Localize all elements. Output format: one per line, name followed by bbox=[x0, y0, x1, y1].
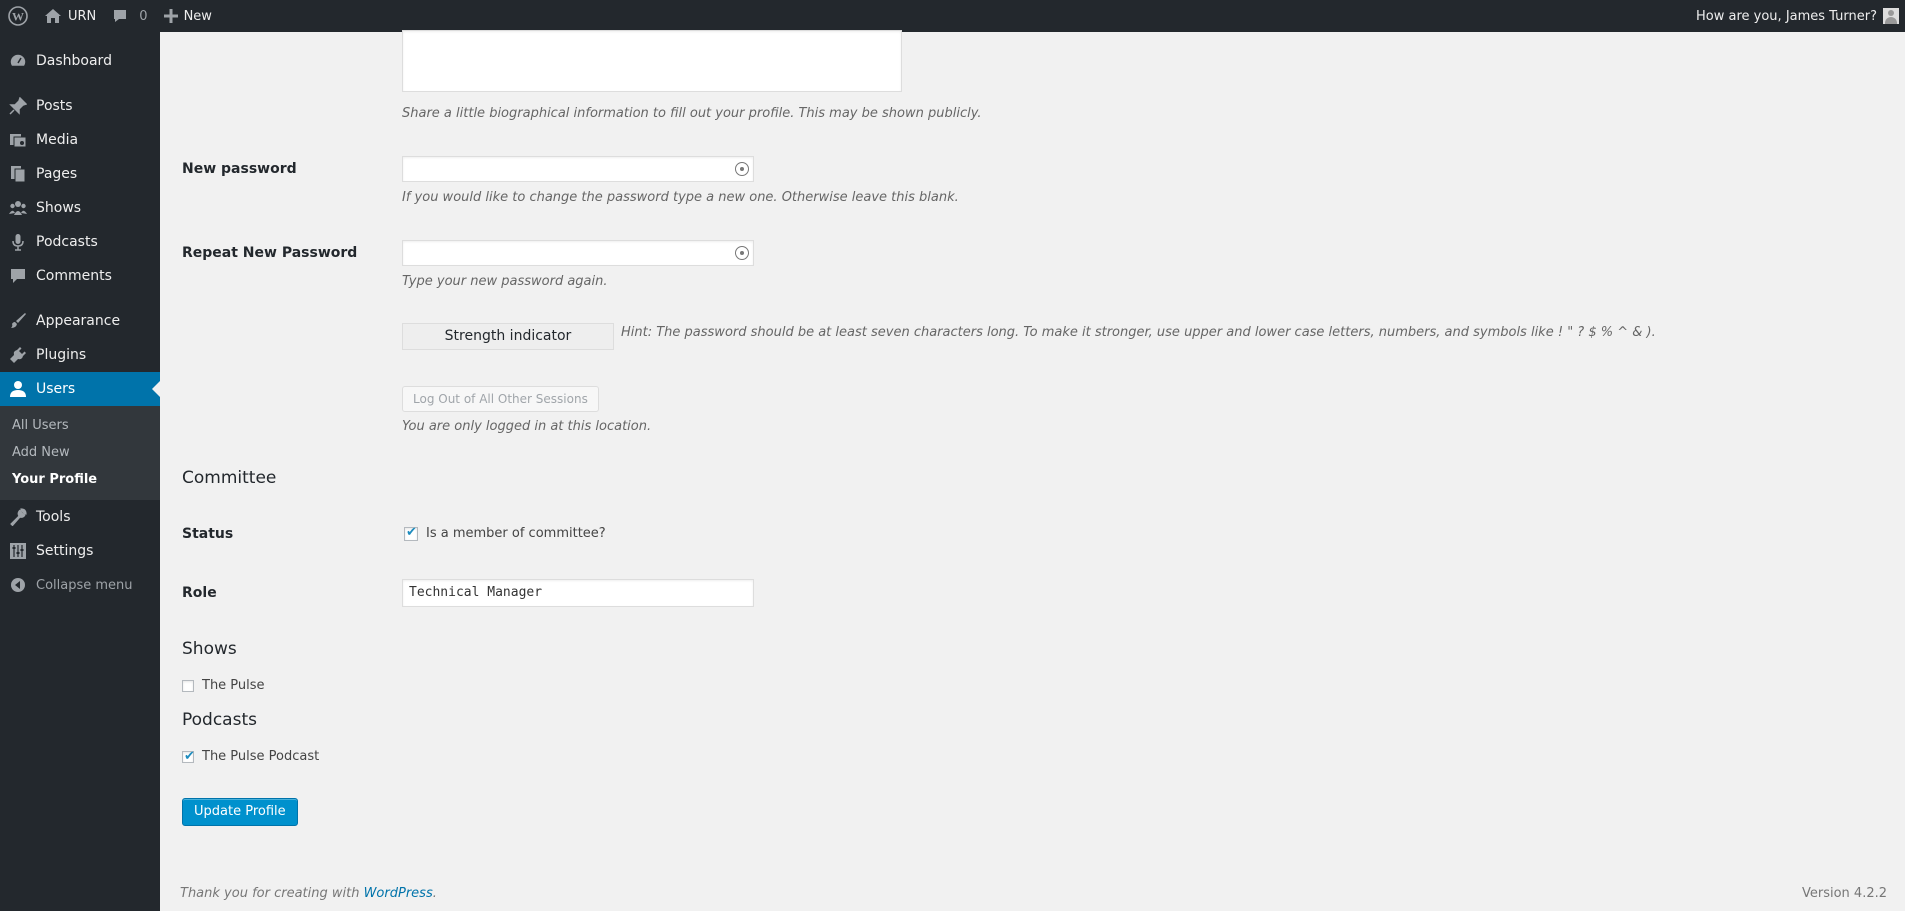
home-icon bbox=[44, 8, 62, 24]
committee-member-field[interactable]: Is a member of committee? bbox=[404, 525, 606, 541]
show-label: The Pulse bbox=[202, 678, 265, 693]
comment-bubble-icon bbox=[112, 8, 128, 24]
greeting-text: How are you, James Turner? bbox=[1696, 8, 1877, 24]
site-name: URN bbox=[68, 8, 97, 24]
committee-member-label: Is a member of committee? bbox=[426, 526, 606, 541]
footer-thanks-prefix: Thank you for creating with bbox=[180, 886, 364, 901]
new-password-label: New password bbox=[182, 161, 297, 177]
sidebar-item-podcasts[interactable]: Podcasts bbox=[0, 225, 160, 259]
dashboard-icon bbox=[8, 51, 28, 71]
collapse-menu-button[interactable]: Collapse menu bbox=[0, 568, 160, 602]
collapse-arrow-icon bbox=[8, 575, 28, 595]
sidebar-item-label: Posts bbox=[36, 98, 73, 114]
media-icon bbox=[8, 130, 28, 150]
new-content-link[interactable]: New bbox=[156, 0, 220, 32]
repeat-password-input[interactable] bbox=[402, 240, 754, 266]
plugin-icon bbox=[8, 345, 28, 365]
sidebar-item-comments[interactable]: Comments bbox=[0, 259, 160, 293]
show-checkbox[interactable] bbox=[182, 679, 194, 692]
user-icon bbox=[8, 379, 28, 399]
sidebar-item-label: Dashboard bbox=[36, 53, 112, 69]
svg-text:W: W bbox=[12, 10, 24, 24]
sidebar-item-label: Appearance bbox=[36, 313, 121, 329]
submenu-item-your-profile[interactable]: Your Profile bbox=[0, 466, 160, 493]
admin-bar: W URN 0 New How are you, James Turner? bbox=[0, 0, 1905, 32]
plus-icon bbox=[163, 9, 178, 23]
committee-heading: Committee bbox=[182, 468, 277, 488]
status-label: Status bbox=[182, 526, 234, 542]
sidebar-item-tools[interactable]: Tools bbox=[0, 500, 160, 534]
sidebar-item-dashboard[interactable]: Dashboard bbox=[0, 44, 160, 78]
comment-icon bbox=[8, 266, 28, 286]
collapse-menu-label: Collapse menu bbox=[36, 577, 133, 593]
sidebar-item-label: Pages bbox=[36, 166, 78, 182]
password-strength-indicator: Strength indicator bbox=[402, 323, 614, 350]
footer-thanks: Thank you for creating with WordPress. bbox=[180, 886, 437, 901]
sidebar-item-label: Tools bbox=[36, 509, 71, 525]
sidebar-item-label: Settings bbox=[36, 543, 94, 559]
new-password-description: If you would like to change the password… bbox=[402, 190, 959, 205]
shows-heading: Shows bbox=[182, 639, 237, 659]
avatar bbox=[1883, 8, 1899, 24]
submenu-item-all-users[interactable]: All Users bbox=[0, 412, 160, 439]
sidebar-item-shows[interactable]: Shows bbox=[0, 191, 160, 225]
sidebar-item-label: Podcasts bbox=[36, 234, 98, 250]
sidebar-item-media[interactable]: Media bbox=[0, 123, 160, 157]
podcast-label: The Pulse Podcast bbox=[202, 749, 320, 764]
my-account-link[interactable]: How are you, James Turner? bbox=[1688, 0, 1905, 32]
sidebar-item-plugins[interactable]: Plugins bbox=[0, 338, 160, 372]
update-profile-button[interactable]: Update Profile bbox=[182, 798, 298, 826]
sidebar-item-posts[interactable]: Posts bbox=[0, 89, 160, 123]
footer-version: Version 4.2.2 bbox=[1801, 886, 1887, 901]
sidebar-item-label: Media bbox=[36, 132, 79, 148]
podcasts-heading: Podcasts bbox=[182, 710, 257, 730]
repeat-password-label: Repeat New Password bbox=[182, 245, 358, 261]
footer-thanks-suffix: . bbox=[432, 886, 437, 901]
wordpress-logo-icon[interactable]: W bbox=[0, 0, 36, 32]
password-strength-hint: Hint: The password should be at least se… bbox=[621, 325, 1656, 340]
password-reveal-icon[interactable] bbox=[735, 246, 749, 260]
sidebar-item-users[interactable]: Users bbox=[0, 372, 160, 406]
sidebar-item-settings[interactable]: Settings bbox=[0, 534, 160, 568]
role-label: Role bbox=[182, 585, 217, 601]
pin-icon bbox=[8, 96, 28, 116]
submenu-item-add-new[interactable]: Add New bbox=[0, 439, 160, 466]
paintbrush-icon bbox=[8, 311, 28, 331]
wordpress-link[interactable]: WordPress bbox=[364, 886, 433, 901]
log-out-other-sessions-button[interactable]: Log Out of All Other Sessions bbox=[402, 386, 599, 412]
repeat-password-description: Type your new password again. bbox=[402, 274, 608, 289]
admin-sidebar: Dashboard Posts Media Pages Shows Podcas… bbox=[0, 32, 160, 911]
comments-link[interactable]: 0 bbox=[104, 0, 155, 32]
profile-content: Share a little biographical information … bbox=[160, 30, 1905, 911]
bio-description: Share a little biographical information … bbox=[402, 106, 982, 121]
biographical-info-textarea[interactable] bbox=[402, 30, 902, 92]
comments-count: 0 bbox=[139, 8, 148, 24]
sidebar-item-pages[interactable]: Pages bbox=[0, 157, 160, 191]
settings-icon bbox=[8, 541, 28, 561]
sidebar-item-label: Comments bbox=[36, 268, 112, 284]
sidebar-item-label: Shows bbox=[36, 200, 82, 216]
pages-icon bbox=[8, 164, 28, 184]
sidebar-item-appearance[interactable]: Appearance bbox=[0, 304, 160, 338]
new-label: New bbox=[183, 8, 212, 24]
wrench-icon bbox=[8, 507, 28, 527]
password-reveal-icon[interactable] bbox=[735, 162, 749, 176]
users-submenu: All Users Add New Your Profile bbox=[0, 406, 160, 500]
new-password-input[interactable] bbox=[402, 156, 754, 182]
committee-member-checkbox[interactable] bbox=[404, 525, 418, 541]
sessions-description: You are only logged in at this location. bbox=[402, 419, 652, 434]
sidebar-item-label: Users bbox=[36, 381, 76, 397]
show-option-the-pulse[interactable]: The Pulse bbox=[182, 678, 265, 693]
role-input[interactable]: Technical Manager bbox=[402, 579, 754, 607]
sidebar-item-label: Plugins bbox=[36, 347, 87, 363]
groups-icon bbox=[8, 198, 28, 218]
podcast-checkbox[interactable] bbox=[182, 749, 195, 764]
podcast-option-the-pulse-podcast[interactable]: The Pulse Podcast bbox=[182, 749, 319, 764]
site-name-link[interactable]: URN bbox=[36, 0, 104, 32]
microphone-icon bbox=[8, 232, 28, 252]
